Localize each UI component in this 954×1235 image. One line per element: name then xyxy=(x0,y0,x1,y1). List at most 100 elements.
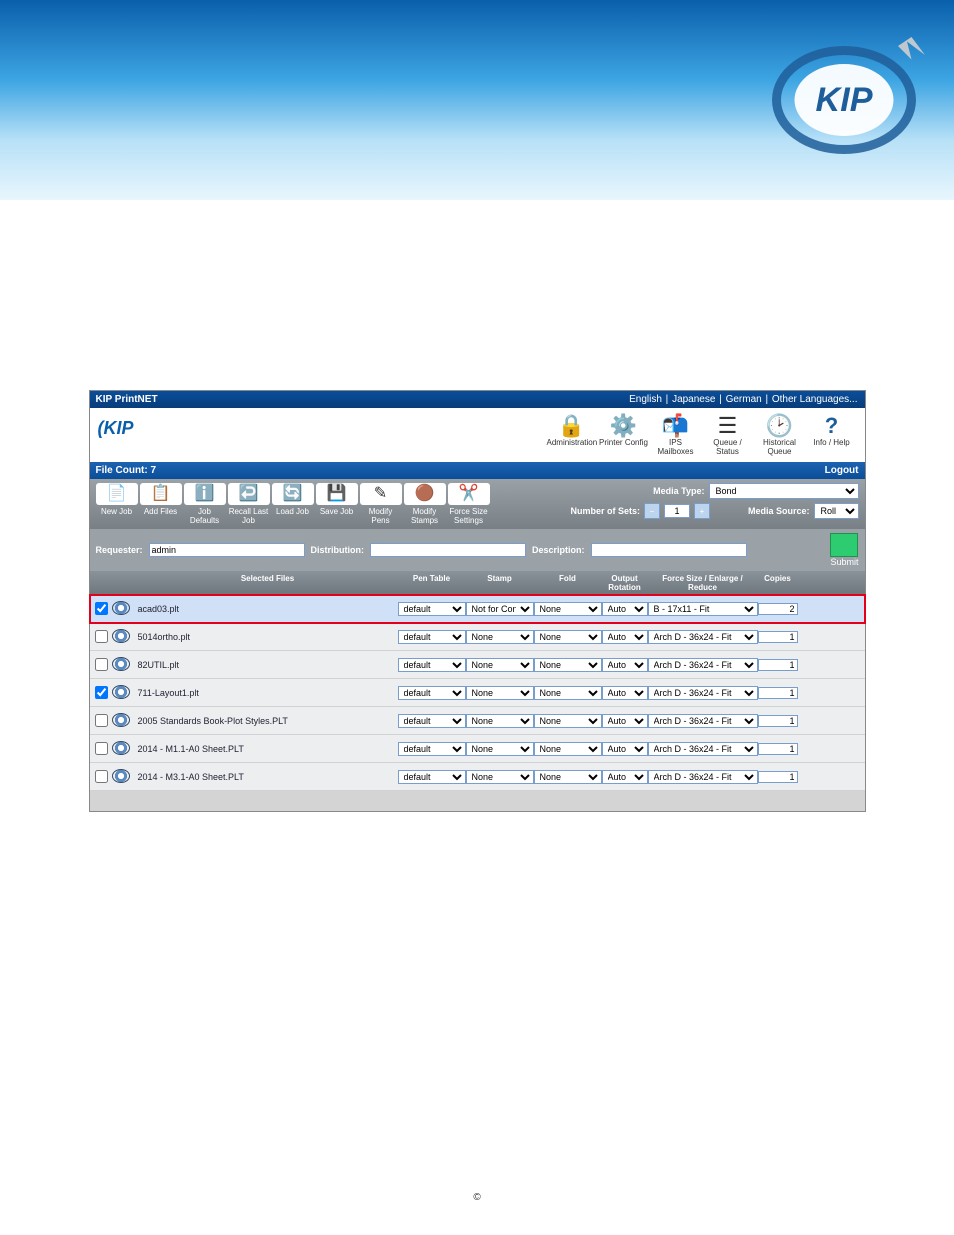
size-select[interactable]: Arch D - 36x24 - Fit xyxy=(648,742,758,756)
add-files-button[interactable]: 📋Add Files xyxy=(140,483,182,525)
size-select[interactable]: Arch D - 36x24 - Fit xyxy=(648,658,758,672)
row-checkbox[interactable] xyxy=(95,630,108,643)
stamp-select[interactable]: None xyxy=(466,658,534,672)
row-checkbox[interactable] xyxy=(95,686,108,699)
modify-stamps-button[interactable]: 🟤Modify Stamps xyxy=(404,483,446,525)
list-icon: ☰ xyxy=(703,414,753,438)
pen-select[interactable]: default xyxy=(398,770,466,784)
media-type-select[interactable]: Bond xyxy=(709,483,859,499)
row-checkbox[interactable] xyxy=(95,742,108,755)
file-name: 5014ortho.plt xyxy=(134,632,398,642)
save-job-button[interactable]: 💾Save Job xyxy=(316,483,358,525)
recall-last-job-button[interactable]: ↩️Recall Last Job xyxy=(228,483,270,525)
fold-select[interactable]: None xyxy=(534,714,602,728)
row-checkbox[interactable] xyxy=(95,770,108,783)
table-row: 82UTIL.pltdefaultNoneNoneAutoArch D - 36… xyxy=(90,651,865,679)
rotation-select[interactable]: Auto xyxy=(602,630,648,644)
copies-input[interactable] xyxy=(758,715,798,727)
size-select[interactable]: B - 17x11 - Fit xyxy=(648,602,758,616)
hdr-administration[interactable]: 🔒 Administration xyxy=(547,414,597,456)
stamp-select[interactable]: None xyxy=(466,630,534,644)
app-header: (KIP 🔒 Administration ⚙️ Printer Config … xyxy=(90,408,865,462)
requester-label: Requester: xyxy=(96,545,143,555)
media-source-select[interactable]: Roll xyxy=(814,503,859,519)
stamp-select[interactable]: None xyxy=(466,742,534,756)
pen-select[interactable]: default xyxy=(398,658,466,672)
pen-select[interactable]: default xyxy=(398,742,466,756)
file-count-bar: File Count: 7 Logout xyxy=(90,462,865,479)
pen-select[interactable]: default xyxy=(398,630,466,644)
copies-input[interactable] xyxy=(758,687,798,699)
job-defaults-button[interactable]: ℹ️Job Defaults xyxy=(184,483,226,525)
preview-icon[interactable] xyxy=(112,629,130,643)
hdr-info-help[interactable]: ? Info / Help xyxy=(807,414,857,456)
fold-select[interactable]: None xyxy=(534,770,602,784)
kip-logo-large: KIP xyxy=(754,25,934,175)
submit-button[interactable] xyxy=(830,533,858,557)
rotation-select[interactable]: Auto xyxy=(602,658,648,672)
fold-select[interactable]: None xyxy=(534,686,602,700)
fold-select[interactable]: None xyxy=(534,602,602,616)
row-checkbox[interactable] xyxy=(95,714,108,727)
copies-input[interactable] xyxy=(758,743,798,755)
preview-icon[interactable] xyxy=(112,769,130,783)
lang-2[interactable]: German xyxy=(726,394,762,405)
row-checkbox[interactable] xyxy=(95,602,108,615)
preview-icon[interactable] xyxy=(112,713,130,727)
svg-text:KIP: KIP xyxy=(816,81,873,119)
stamp-select[interactable]: None xyxy=(466,714,534,728)
logout-link[interactable]: Logout xyxy=(825,465,859,476)
rotation-select[interactable]: Auto xyxy=(602,742,648,756)
stamp-select[interactable]: Not for Constructio xyxy=(466,602,534,616)
preview-icon[interactable] xyxy=(112,741,130,755)
sets-minus-button[interactable]: − xyxy=(644,503,660,519)
tb-label: Modify Pens xyxy=(369,507,393,525)
size-select[interactable]: Arch D - 36x24 - Fit xyxy=(648,770,758,784)
size-select[interactable]: Arch D - 36x24 - Fit xyxy=(648,686,758,700)
preview-icon[interactable] xyxy=(112,601,130,615)
fold-select[interactable]: None xyxy=(534,742,602,756)
stamp-select[interactable]: None xyxy=(466,686,534,700)
new-job-button[interactable]: 📄New Job xyxy=(96,483,138,525)
size-select[interactable]: Arch D - 36x24 - Fit xyxy=(648,714,758,728)
stamp-select[interactable]: None xyxy=(466,770,534,784)
pen-select[interactable]: default xyxy=(398,602,466,616)
hdr-printer-config[interactable]: ⚙️ Printer Config xyxy=(599,414,649,456)
modify-pens-button[interactable]: ✎Modify Pens xyxy=(360,483,402,525)
file-count: File Count: 7 xyxy=(96,465,157,476)
number-of-sets-input[interactable] xyxy=(664,504,690,518)
requester-input[interactable] xyxy=(149,543,305,557)
size-select[interactable]: Arch D - 36x24 - Fit xyxy=(648,630,758,644)
rotation-select[interactable]: Auto xyxy=(602,770,648,784)
language-links: English | Japanese | German | Other Lang… xyxy=(628,394,858,405)
fold-select[interactable]: None xyxy=(534,658,602,672)
pen-select[interactable]: default xyxy=(398,686,466,700)
rotation-select[interactable]: Auto xyxy=(602,714,648,728)
tb-label: Modify Stamps xyxy=(411,507,438,525)
force-size-button[interactable]: ✂️Force Size Settings xyxy=(448,483,490,525)
preview-icon[interactable] xyxy=(112,657,130,671)
lang-0[interactable]: English xyxy=(629,394,662,405)
lang-3[interactable]: Other Languages... xyxy=(772,394,858,405)
row-checkbox[interactable] xyxy=(95,658,108,671)
toolbar: 📄New Job 📋Add Files ℹ️Job Defaults ↩️Rec… xyxy=(90,479,865,529)
hdr-queue-status[interactable]: ☰ Queue / Status xyxy=(703,414,753,456)
rotation-select[interactable]: Auto xyxy=(602,686,648,700)
load-job-button[interactable]: 🔄Load Job xyxy=(272,483,314,525)
copies-input[interactable] xyxy=(758,631,798,643)
copies-input[interactable] xyxy=(758,659,798,671)
copies-input[interactable] xyxy=(758,771,798,783)
rotation-select[interactable]: Auto xyxy=(602,602,648,616)
col-pen-table: Pen Table xyxy=(398,574,466,592)
fold-select[interactable]: None xyxy=(534,630,602,644)
lang-1[interactable]: Japanese xyxy=(672,394,715,405)
copies-input[interactable] xyxy=(758,603,798,615)
hdr-ips-mailboxes[interactable]: 📬 IPS Mailboxes xyxy=(651,414,701,456)
pen-select[interactable]: default xyxy=(398,714,466,728)
number-of-sets-label: Number of Sets: xyxy=(570,506,640,516)
preview-icon[interactable] xyxy=(112,685,130,699)
hdr-historical-queue[interactable]: 🕑 Historical Queue xyxy=(755,414,805,456)
description-input[interactable] xyxy=(591,543,747,557)
distribution-input[interactable] xyxy=(370,543,526,557)
sets-plus-button[interactable]: + xyxy=(694,503,710,519)
